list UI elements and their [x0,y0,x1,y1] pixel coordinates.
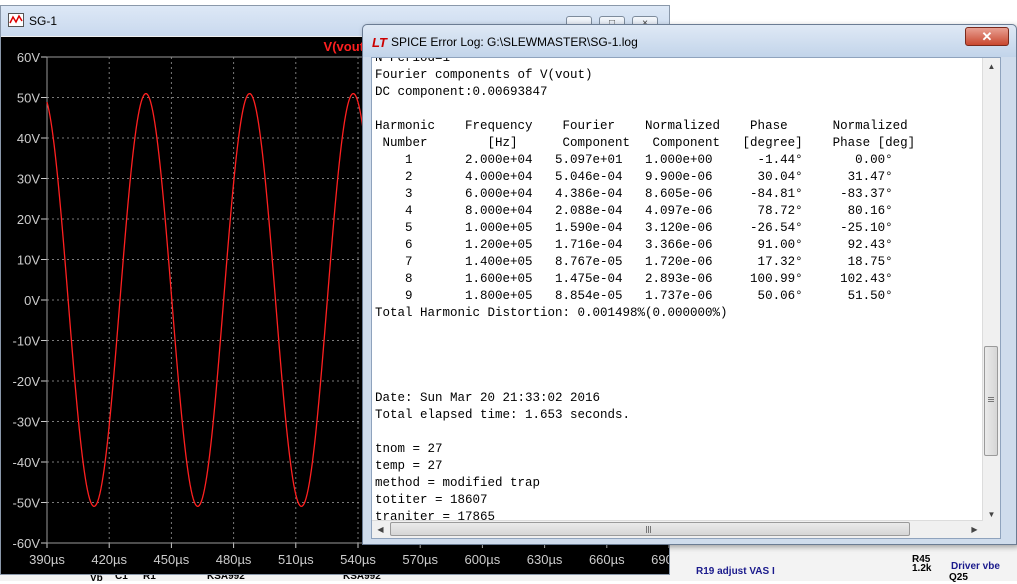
x-tick-label: 390µs [29,552,65,567]
log-line: tnom = 27 [375,442,443,456]
scroll-grip-icon [646,526,647,533]
y-tick-label: 40V [17,131,40,146]
log-line: 3 6.000e+04 4.386e-04 8.605e-06 -84.81° … [375,187,893,201]
x-tick-label: 570µs [402,552,438,567]
horizontal-scrollbar[interactable]: ◀ ▶ [372,520,983,538]
schematic-label: 1.2k [912,563,932,574]
x-tick-label: 600µs [465,552,501,567]
log-line: Harmonic Frequency Fourier Normalized Ph… [375,119,908,133]
spice-error-log-window[interactable]: LT SPICE Error Log: G:\SLEWMASTER\SG-1.l… [362,24,1017,545]
y-tick-label: 60V [17,50,40,65]
scrollbar-corner [983,521,1000,538]
y-tick-label: -40V [13,455,41,470]
log-line: Fourier components of V(vout) [375,68,593,82]
log-line: Number [Hz] Component Component [degree]… [375,136,916,150]
x-tick-label: 510µs [278,552,314,567]
log-line: method = modified trap [375,476,541,490]
log-title: SPICE Error Log: G:\SLEWMASTER\SG-1.log [391,35,638,49]
log-content-pane[interactable]: N-Period=1 Fourier components of V(vout) D… [371,57,1001,539]
y-tick-label: 30V [17,172,40,187]
horizontal-scroll-thumb[interactable] [390,522,910,536]
log-close-button[interactable]: ✕ [965,27,1009,46]
y-tick-label: 0V [24,293,40,308]
log-line: totiter = 18607 [375,493,488,507]
log-line: 4 8.000e+04 2.088e-04 4.097e-06 78.72° 8… [375,204,893,218]
y-tick-label: -30V [13,415,41,430]
log-line: Total elapsed time: 1.653 seconds. [375,408,631,422]
scroll-right-arrow-icon[interactable]: ▶ [966,521,983,538]
log-line: 8 1.600e+05 1.475e-04 2.893e-06 100.99° … [375,272,893,286]
log-line: 2 4.000e+04 5.046e-04 9.900e-06 30.04° 3… [375,170,893,184]
x-tick-label: 660µs [589,552,625,567]
log-line: DC component:0.00693847 [375,85,548,99]
trace-label[interactable]: V(vout [324,39,364,54]
log-line: temp = 27 [375,459,443,473]
x-tick-label: 420µs [91,552,127,567]
log-titlebar[interactable]: LT SPICE Error Log: G:\SLEWMASTER\SG-1.l… [363,25,1016,57]
ltspice-icon: LT [372,35,387,50]
y-tick-label: 50V [17,91,40,106]
scroll-left-arrow-icon[interactable]: ◀ [372,521,389,538]
y-tick-label: -10V [13,334,41,349]
log-line: 7 1.400e+05 8.767e-05 1.720e-06 17.32° 1… [375,255,893,269]
x-tick-label: 540µs [340,552,376,567]
y-tick-label: -60V [13,536,41,551]
schematic-label: R19 adjust VAS I [696,566,775,577]
scroll-grip-icon [988,397,994,398]
log-line: Total Harmonic Distortion: 0.001498%(0.0… [375,306,728,320]
log-line: 6 1.200e+05 1.716e-04 3.366e-06 91.00° 9… [375,238,893,252]
log-line: 5 1.000e+05 1.590e-04 3.120e-06 -26.54° … [375,221,893,235]
y-tick-label: -50V [13,496,41,511]
scroll-up-arrow-icon[interactable]: ▲ [983,58,1000,75]
log-line: 9 1.800e+05 8.854e-05 1.737e-06 50.06° 5… [375,289,893,303]
y-tick-label: 20V [17,212,40,227]
log-text[interactable]: N-Period=1 Fourier components of V(vout) D… [375,57,985,522]
waveform-title: SG-1 [29,14,58,28]
x-tick-label: 450µs [154,552,190,567]
vertical-scrollbar[interactable]: ▲ ▼ [982,58,1000,523]
waveform-app-icon [8,13,24,27]
schematic-label: Q25 [949,572,968,583]
vertical-scroll-thumb[interactable] [984,346,998,456]
schematic-label: Driver vbe [951,561,1000,572]
x-tick-label: 630µs [527,552,563,567]
x-tick-label: 690µs [651,552,669,567]
log-line: 1 2.000e+04 5.097e+01 1.000e+00 -1.44° 0… [375,153,893,167]
log-line: N-Period=1 [375,57,451,65]
y-tick-label: -20V [13,374,41,389]
y-tick-label: 10V [17,253,40,268]
log-line: Date: Sun Mar 20 21:33:02 2016 [375,391,601,405]
x-tick-label: 480µs [216,552,252,567]
